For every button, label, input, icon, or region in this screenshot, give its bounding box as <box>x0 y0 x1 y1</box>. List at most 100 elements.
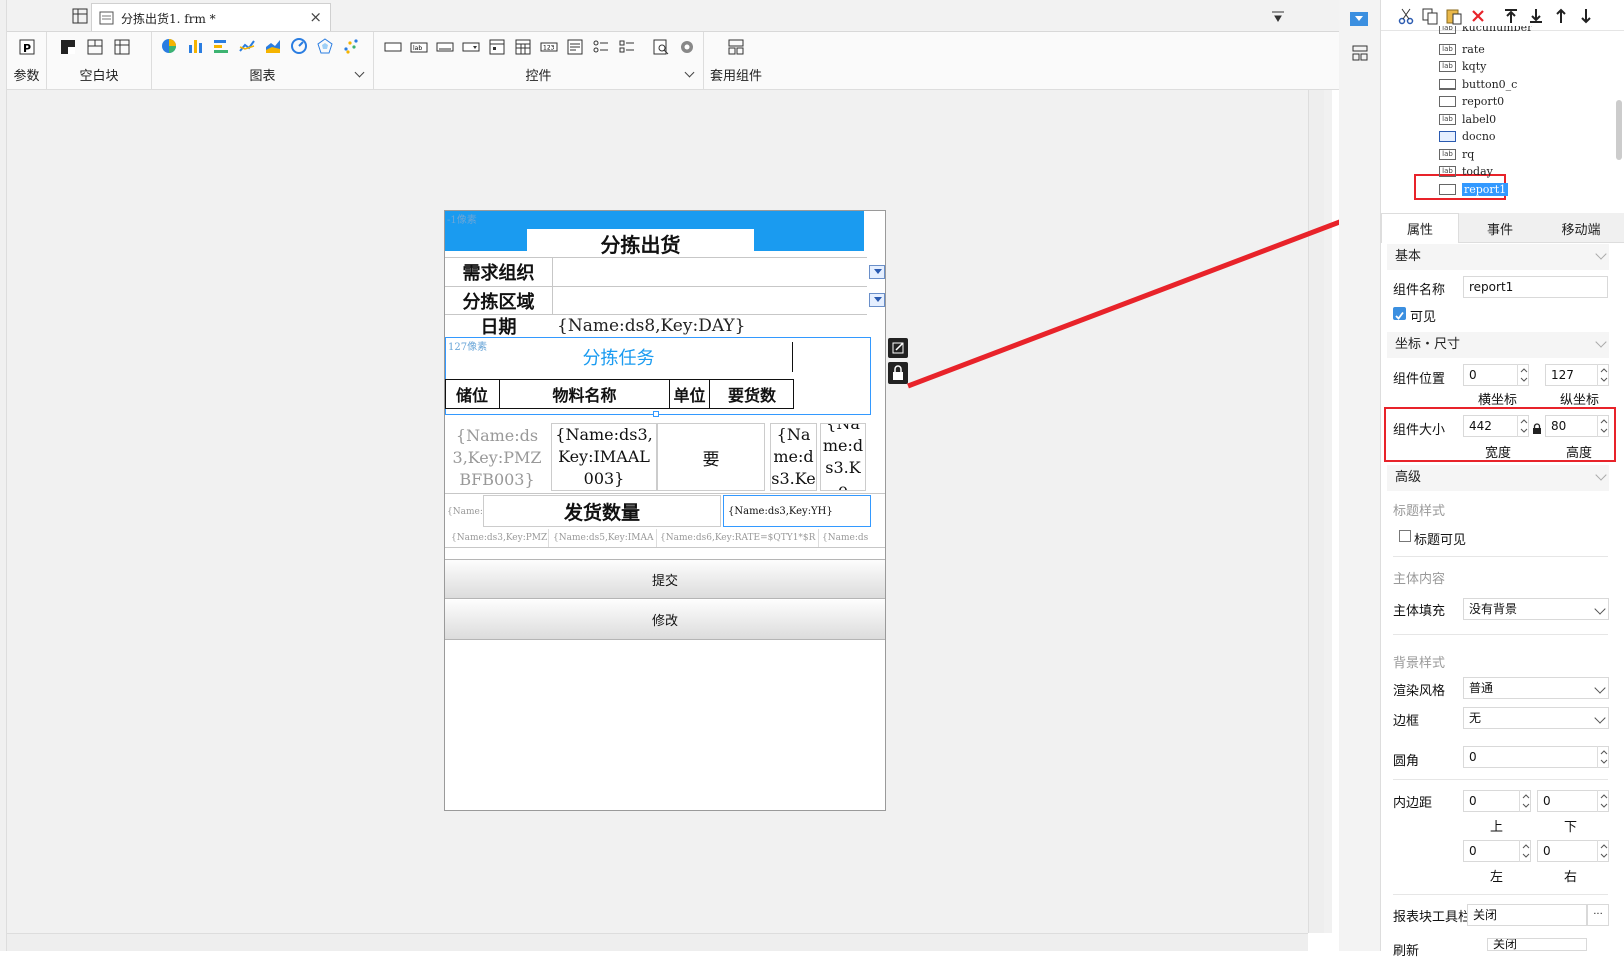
position-label: 组件位置 <box>1393 372 1446 387</box>
tree-item-rq[interactable]: lab rq <box>1439 145 1474 163</box>
toolbar-value[interactable]: 关闭 <box>1467 904 1587 926</box>
body-fill-label: 主体填充 <box>1393 604 1446 619</box>
move-down-icon[interactable] <box>1577 7 1595 25</box>
section-coord[interactable]: 坐标・尺寸 <box>1387 332 1609 358</box>
pos-y-spinner[interactable] <box>1597 364 1609 386</box>
canvas-vertical-scrollbar[interactable] <box>1308 90 1324 933</box>
border-label: 边框 <box>1393 714 1420 729</box>
svg-text:lab: lab <box>413 45 422 52</box>
move-top-icon[interactable] <box>1502 7 1520 25</box>
grid-block-icon[interactable] <box>113 38 131 56</box>
pos-x-spinner[interactable] <box>1517 364 1529 386</box>
mobile-form-preview[interactable]: -1像素 分拣出货 需求组织 分拣区域 日期 {Name:ds8,Key:DAY… <box>444 210 886 811</box>
delete-icon[interactable] <box>1469 7 1487 25</box>
textarea-widget-icon[interactable] <box>566 38 584 56</box>
dropdown-widget-icon[interactable] <box>462 38 480 56</box>
tree-item-report1[interactable]: report1 <box>1439 180 1509 198</box>
template-component-icon[interactable] <box>727 38 745 56</box>
tab-menu-icon[interactable] <box>1269 8 1287 26</box>
height-spinner[interactable] <box>1597 415 1609 437</box>
yh-value-cell: {Name:ds3,Key:YH} <box>723 495 871 527</box>
section-basic[interactable]: 基本 <box>1387 244 1609 270</box>
copy-icon[interactable] <box>1421 7 1439 25</box>
tree-item-cut[interactable]: lab kucunumber <box>1439 26 1532 34</box>
lock-icon[interactable] <box>888 362 908 384</box>
col-location: 储位 <box>445 379 500 409</box>
radius-input[interactable]: 0 <box>1463 746 1609 768</box>
tab-mobile[interactable]: 移动端 <box>1541 213 1621 243</box>
section-coord-label: 坐标・尺寸 <box>1395 337 1461 352</box>
textbox-widget-icon[interactable] <box>384 38 402 56</box>
cut-icon[interactable] <box>1397 7 1415 25</box>
resize-handle-icon[interactable] <box>653 411 659 417</box>
toolbar-ellipsis-button[interactable]: ··· <box>1587 904 1609 926</box>
settings-widget-icon[interactable] <box>678 38 696 56</box>
radio-group-icon[interactable] <box>592 38 610 56</box>
move-up-icon[interactable] <box>1552 7 1570 25</box>
grid-view-icon[interactable] <box>71 7 89 25</box>
area-chart-icon[interactable] <box>264 37 282 55</box>
radius-spinner[interactable] <box>1597 746 1609 768</box>
title-visible-checkbox[interactable] <box>1399 530 1411 542</box>
tiny-cell-1: {Name:ds3,Key:PMZ <box>445 529 549 547</box>
date-widget-icon[interactable] <box>488 38 506 56</box>
tab-properties[interactable]: 属性 <box>1381 213 1459 243</box>
tree-scrollbar[interactable] <box>1616 100 1622 160</box>
body-fill-select[interactable]: 没有背景 <box>1463 598 1609 620</box>
name-label: 组件名称 <box>1393 283 1446 298</box>
scatter-chart-icon[interactable] <box>342 37 360 55</box>
absolute-block-icon[interactable] <box>59 38 77 56</box>
component-dropdown-icon[interactable] <box>1350 12 1368 26</box>
tree-item-label0[interactable]: lab label0 <box>1439 110 1496 128</box>
number-widget-icon[interactable]: 123 <box>540 38 558 56</box>
button-widget-icon[interactable] <box>436 38 454 56</box>
aspect-lock-icon[interactable] <box>1532 420 1542 434</box>
tree-item-docno[interactable]: docno <box>1439 128 1496 146</box>
refresh-value[interactable]: 关闭 <box>1487 938 1587 951</box>
tree-item-label: report1 <box>1462 182 1509 196</box>
canvas-horizontal-scrollbar[interactable] <box>7 933 1308 951</box>
pad-right-spinner[interactable] <box>1597 840 1609 862</box>
tree-item-report0[interactable]: report0 <box>1439 93 1504 111</box>
visible-label: 可见 <box>1410 310 1437 325</box>
area-dropdown-icon[interactable] <box>869 293 885 307</box>
border-select[interactable]: 无 <box>1463 707 1609 729</box>
tree-item-today[interactable]: lab today <box>1439 163 1493 181</box>
bar-chart-icon[interactable] <box>186 37 204 55</box>
document-tab[interactable]: 分拣出货1. frm * × <box>91 3 331 31</box>
pie-chart-icon[interactable] <box>160 37 178 55</box>
modify-button[interactable]: 修改 <box>445 600 885 640</box>
line-chart-icon[interactable] <box>238 37 256 55</box>
component-name-input[interactable]: report1 <box>1463 276 1608 298</box>
section-advanced[interactable]: 高级 <box>1387 465 1609 491</box>
visible-checkbox[interactable] <box>1393 307 1406 320</box>
checkbox-group-icon[interactable] <box>618 38 636 56</box>
calendar-widget-icon[interactable] <box>514 38 532 56</box>
tab-block-icon[interactable] <box>86 38 104 56</box>
pad-bottom-spinner[interactable] <box>1597 790 1609 812</box>
parameter-icon[interactable]: P <box>18 38 36 56</box>
label-widget-icon[interactable]: lab <box>410 38 428 56</box>
ribbon-group-params: P 参数 <box>7 32 47 90</box>
gauge-chart-icon[interactable] <box>290 37 308 55</box>
edit-icon[interactable] <box>888 338 908 358</box>
submit-button[interactable]: 提交 <box>445 559 885 599</box>
paste-icon[interactable] <box>1445 7 1463 25</box>
move-bottom-icon[interactable] <box>1527 7 1545 25</box>
horizontal-bar-icon[interactable] <box>212 37 230 55</box>
tab-close-icon[interactable]: × <box>309 8 322 26</box>
org-dropdown-icon[interactable] <box>869 265 885 279</box>
render-style-select[interactable]: 普通 <box>1463 677 1609 699</box>
layout-panel-icon[interactable] <box>1351 44 1369 62</box>
web-widget-icon[interactable] <box>652 38 670 56</box>
tree-item-kqty[interactable]: lab kqty <box>1439 58 1486 76</box>
tab-events[interactable]: 事件 <box>1459 213 1541 243</box>
tree-item-rate[interactable]: lab rate <box>1439 40 1485 58</box>
width-spinner[interactable] <box>1517 415 1529 437</box>
radar-chart-icon[interactable] <box>316 37 334 55</box>
pad-left-spinner[interactable] <box>1519 840 1531 862</box>
pad-top-spinner[interactable] <box>1519 790 1531 812</box>
tree-item-button0_c[interactable]: button0_c <box>1439 75 1517 93</box>
top-pixel-label: -1像素 <box>447 215 477 226</box>
tree-item-label: rate <box>1462 42 1485 56</box>
